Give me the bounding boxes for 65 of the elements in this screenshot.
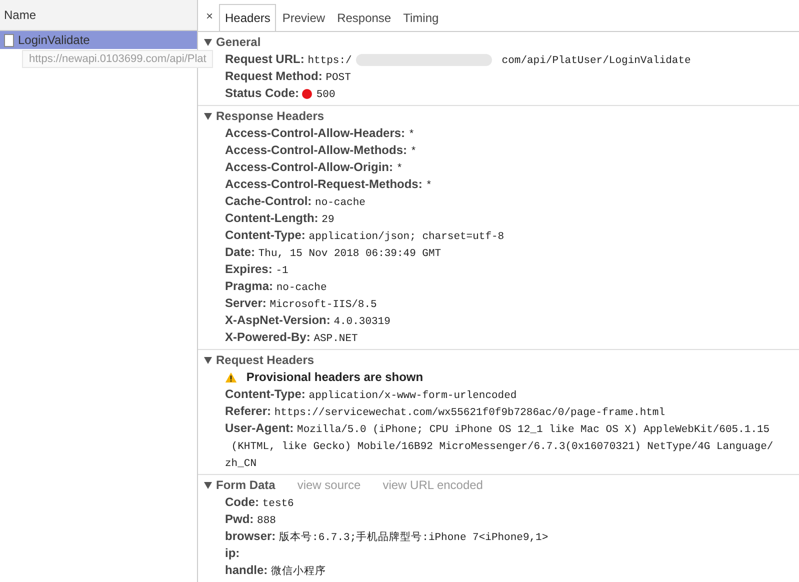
header-value: *	[408, 129, 415, 141]
header-value: test6	[262, 498, 294, 510]
header-name: Date:	[225, 245, 256, 259]
header-name: Cache-Control:	[225, 194, 312, 208]
header-name: Referer:	[225, 404, 272, 418]
header-value: -1	[276, 265, 288, 277]
section-toggle[interactable]: Form Data	[198, 478, 276, 492]
header-name: browser:	[225, 529, 276, 543]
header-value: Thu, 15 Nov 2018 06:39:49 GMT	[258, 248, 442, 260]
tab[interactable]: Preview	[276, 4, 332, 31]
header-value: https:/	[308, 55, 352, 67]
header-value: no-cache	[276, 282, 327, 294]
header-value: com/api/PlatUser/LoginValidate	[502, 55, 691, 67]
header-name: Access-Control-Allow-Headers:	[225, 126, 406, 140]
url-tooltip: https://newapi.0103699.com/api/Plat	[22, 50, 214, 68]
header-name: X-AspNet-Version:	[225, 313, 330, 327]
header-name: User-Agent:	[225, 421, 294, 435]
header-name: Code:	[225, 495, 259, 509]
header-name: Pwd:	[225, 512, 254, 526]
header-value: application/json; charset=utf-8	[308, 231, 504, 243]
header-name: Access-Control-Allow-Origin:	[225, 160, 394, 174]
header-name: Request URL:	[225, 52, 304, 66]
header-value: *	[426, 180, 432, 192]
header-value: (KHTML, like Gecko) Mobile/16B92 MicroMessenger/6.7.3(0x16070321) NetType/4G Language/	[230, 441, 774, 453]
header-name: X-Powered-By:	[225, 330, 310, 344]
request-row[interactable]: LoginValidate	[0, 31, 197, 49]
tab[interactable]: Headers	[219, 4, 276, 31]
header-name: Pragma:	[225, 279, 274, 293]
header-name: Request Method:	[225, 69, 322, 83]
header-name: Content-Length:	[225, 211, 318, 225]
header-value: 版本号:6.7.3;手机品牌型号:iPhone 7<iPhone9,1>	[279, 532, 548, 544]
header-value: 29	[322, 214, 334, 226]
tab[interactable]: Timing	[397, 4, 445, 31]
header-value: *	[396, 163, 403, 175]
header-value: https://servicewechat.com/wx55621f0f9b7286ac/0/page-frame.html	[274, 407, 666, 419]
header-value: 500	[316, 89, 336, 101]
header-name: Content-Type:	[225, 387, 306, 401]
section-toggle[interactable]: General	[198, 35, 261, 49]
tab[interactable]: Response	[331, 4, 398, 31]
header-value: zh_CN	[225, 458, 257, 470]
header-name: Access-Control-Request-Methods:	[225, 177, 422, 191]
header-value: ASP.NET	[314, 333, 358, 345]
header-value: 微信小程序	[271, 566, 326, 578]
header-value: 4.0.30319	[334, 316, 390, 328]
file-icon	[4, 34, 14, 46]
section-toggle[interactable]: Response Headers	[198, 109, 324, 123]
header-value: application/x-www-form-urlencoded	[308, 390, 517, 402]
header-name: Expires:	[225, 262, 272, 276]
warning-icon	[225, 372, 237, 384]
header-value: Mozilla/5.0 (iPhone; CPU iPhone OS 12_1 like Mac OS X) AppleWebKit/605.1.15	[297, 424, 770, 436]
header-name: Status Code:	[225, 86, 300, 100]
header-value: no-cache	[315, 197, 366, 209]
header-name: Content-Type:	[225, 228, 306, 242]
header-value: *	[410, 146, 417, 158]
header-name: Access-Control-Allow-Methods:	[225, 143, 408, 157]
section-toggle[interactable]: Request Headers	[198, 353, 314, 367]
warning-text: Provisional headers are shown	[246, 370, 424, 384]
header-value: POST	[326, 72, 351, 84]
close-button[interactable]: ×	[200, 1, 220, 31]
header-value: 888	[257, 515, 276, 527]
header-value: Microsoft-IIS/8.5	[270, 299, 377, 311]
header-name: Server:	[225, 296, 266, 310]
column-header[interactable]: Name	[0, 0, 197, 31]
header-name: handle:	[225, 563, 268, 577]
header-name: ip:	[225, 546, 240, 560]
